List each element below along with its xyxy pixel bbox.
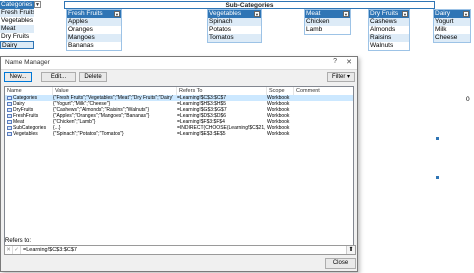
- row-name: Vegetables: [7, 131, 51, 137]
- named-range-icon: [7, 101, 12, 106]
- list-meat: Meat ▼ Chicken Lamb: [304, 9, 351, 35]
- category-item: Meat: [0, 25, 34, 33]
- named-range-icon: [7, 113, 12, 118]
- dialog-titlebar[interactable]: Name Manager ? ✕: [1, 57, 357, 70]
- name-manager-dialog: Name Manager ? ✕ New... Edit... Delete F…: [0, 56, 358, 272]
- close-icon[interactable]: ✕: [346, 58, 352, 66]
- filter-arrow-icon[interactable]: ▼: [343, 11, 349, 17]
- named-range-icon: [7, 131, 12, 136]
- delete-button[interactable]: Delete: [79, 72, 107, 82]
- list-dry-fruits: Dry Fruits ▼ Cashews Almonds Raisins Wal…: [368, 9, 410, 51]
- list-item: Lamb: [305, 26, 350, 34]
- subcategories-title: Sub-Categories: [64, 1, 435, 9]
- list-item: Cashews: [369, 18, 409, 26]
- cell-value: 0: [466, 96, 470, 103]
- list-header[interactable]: Fresh Fruits: [67, 10, 121, 18]
- close-button[interactable]: Close: [325, 258, 356, 269]
- categories-header[interactable]: Categories: [0, 1, 34, 9]
- named-range-icon: [7, 125, 12, 130]
- filter-arrow-icon[interactable]: ▼: [254, 11, 260, 17]
- column-header-scope[interactable]: Scope: [267, 87, 294, 95]
- new-button[interactable]: New...: [4, 72, 32, 82]
- list-item: Chicken: [305, 18, 350, 26]
- help-icon[interactable]: ?: [333, 58, 337, 65]
- filter-arrow-icon[interactable]: ▼: [114, 11, 120, 17]
- list-item: Yogurt: [434, 18, 470, 26]
- collapse-dialog-icon[interactable]: ⬆: [346, 246, 355, 254]
- row-scope: Workbook: [267, 131, 290, 137]
- cell-marker: [436, 176, 439, 179]
- list-item: Potatos: [208, 26, 261, 34]
- list-item: Spinach: [208, 18, 261, 26]
- list-dairy: Dairy ▼ Yogurt Milk Cheese: [433, 9, 471, 43]
- list-item: Mangoes: [67, 34, 121, 42]
- filter-button[interactable]: Filter ▾: [327, 72, 355, 82]
- category-item: Vegetables: [0, 17, 34, 25]
- category-item: Fresh Fruits: [0, 9, 34, 17]
- refers-to-label: Refers to:: [5, 238, 32, 244]
- list-item: Milk: [434, 26, 470, 34]
- names-list[interactable]: Name Value Refers To Scope Comment Categ…: [4, 86, 354, 251]
- named-range-icon: [7, 107, 12, 112]
- list-fresh-fruits: Fresh Fruits ▼ Apples Oranges Mangoes Ba…: [66, 9, 122, 51]
- filter-arrow-icon[interactable]: ▼: [402, 11, 408, 17]
- refers-to-input[interactable]: =Learning!$C$3:$C$7: [23, 246, 77, 254]
- list-item: Oranges: [67, 26, 121, 34]
- name-row[interactable]: Vegetables {"Spinach";"Potatos";"Tomatos…: [5, 131, 353, 137]
- list-item: Apples: [67, 18, 121, 26]
- column-header-value[interactable]: Value: [53, 87, 177, 95]
- row-value: {"Spinach";"Potatos";"Tomatos"}: [53, 131, 124, 137]
- category-item: Dry Fruits: [0, 33, 34, 41]
- list-item: Raisins: [369, 34, 409, 42]
- cancel-icon[interactable]: ✕: [5, 246, 13, 254]
- dropdown-arrow-icon[interactable]: ▼: [34, 1, 41, 8]
- named-range-icon: [7, 95, 12, 100]
- dialog-title: Name Manager: [5, 59, 50, 66]
- category-item-selected[interactable]: Dairy: [0, 41, 34, 49]
- list-item: Cheese: [434, 34, 470, 42]
- named-range-icon: [7, 119, 12, 124]
- list-item: Walnuts: [369, 42, 409, 50]
- filter-arrow-icon[interactable]: ▼: [463, 11, 469, 17]
- list-item: Bananas: [67, 42, 121, 50]
- column-header-name[interactable]: Name: [5, 87, 53, 95]
- check-icon[interactable]: ✓: [13, 246, 21, 254]
- column-header-refers-to[interactable]: Refers To: [177, 87, 267, 95]
- list-vegetables: Vegetables ▼ Spinach Potatos Tomatos: [207, 9, 262, 43]
- refers-to-field[interactable]: ✕ ✓ =Learning!$C$3:$C$7 ⬆: [4, 245, 356, 255]
- list-item: Tomatos: [208, 34, 261, 42]
- row-refers-to: =Learning!$E$3:$E$5: [177, 131, 226, 137]
- edit-button[interactable]: Edit...: [41, 72, 76, 82]
- list-item: Almonds: [369, 26, 409, 34]
- cell-marker: [436, 137, 439, 140]
- column-header-comment[interactable]: Comment: [294, 87, 354, 95]
